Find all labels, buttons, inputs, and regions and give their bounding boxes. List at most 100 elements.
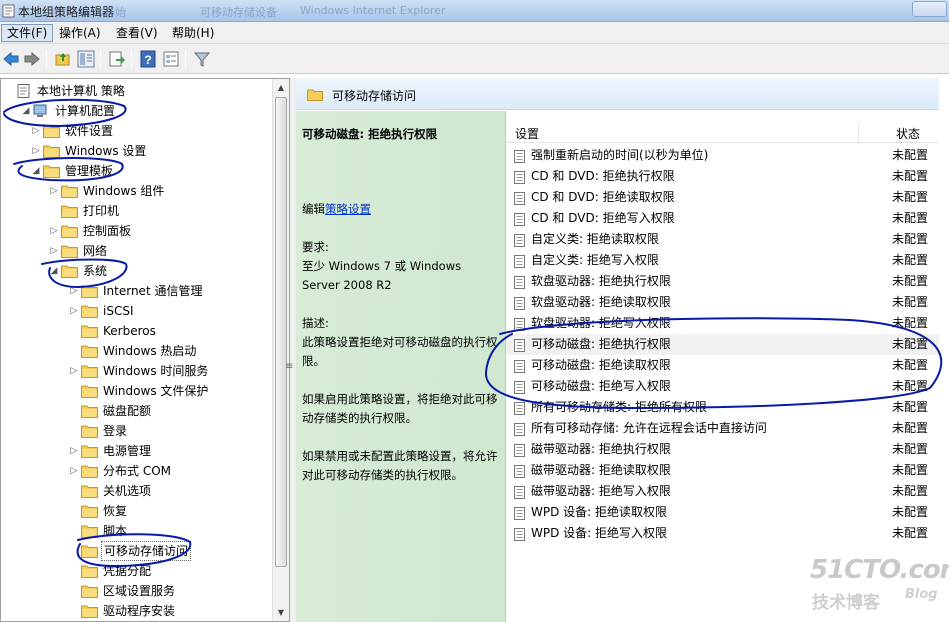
tree-item[interactable]: ◢ 计算机配置 (1, 101, 273, 121)
tree-item[interactable]: ▷ 分布式 COM (1, 461, 273, 481)
tree-item-label: 脚本 (103, 524, 128, 538)
collapsed-arrow-icon[interactable]: ▷ (49, 181, 59, 201)
policy-setting-icon (514, 275, 525, 289)
edit-policy-link[interactable]: 策略设置 (325, 202, 371, 216)
policy-row[interactable]: 强制重新启动的时间(以秒为单位) 未配置 (506, 145, 939, 166)
tree-item[interactable]: ▷ Windows 时间服务 (1, 361, 273, 381)
tree-item[interactable]: Windows 文件保护 (1, 381, 273, 401)
policy-setting-icon (514, 170, 525, 184)
properties-icon[interactable] (162, 50, 180, 68)
tree-item[interactable]: ◢ 系统 (1, 261, 273, 281)
tree-item[interactable]: 脚本 (1, 521, 273, 541)
folder-icon (81, 504, 98, 518)
tree-item[interactable]: 恢复 (1, 501, 273, 521)
policy-row[interactable]: 可移动磁盘: 拒绝写入权限 未配置 (506, 376, 939, 397)
tree-item[interactable]: 区域设置服务 (1, 581, 273, 601)
tree-scrollbar[interactable]: ▲ ▼ (272, 79, 289, 621)
tree-item[interactable]: ▷ iSCSI (1, 301, 273, 321)
scroll-down-icon[interactable]: ▼ (273, 604, 289, 621)
policy-row[interactable]: 自定义类: 拒绝读取权限 未配置 (506, 229, 939, 250)
policy-row[interactable]: CD 和 DVD: 拒绝执行权限 未配置 (506, 166, 939, 187)
policy-name: CD 和 DVD: 拒绝写入权限 (531, 211, 675, 225)
policy-row[interactable]: WPD 设备: 拒绝读取权限 未配置 (506, 502, 939, 523)
forward-icon[interactable] (23, 50, 41, 68)
tree-item[interactable]: Windows 热启动 (1, 341, 273, 361)
menu-file[interactable]: 文件(F) (1, 24, 54, 42)
tree-item[interactable]: Kerberos (1, 321, 273, 341)
collapsed-arrow-icon[interactable]: ▷ (69, 441, 79, 461)
policy-row[interactable]: 软盘驱动器: 拒绝写入权限 未配置 (506, 313, 939, 334)
tree-item[interactable]: 可移动存储访问 (1, 541, 273, 561)
tree-item[interactable]: ▷ Windows 组件 (1, 181, 273, 201)
back-icon[interactable] (2, 50, 20, 68)
policy-row[interactable]: 磁带驱动器: 拒绝读取权限 未配置 (506, 460, 939, 481)
filter-icon[interactable] (193, 50, 211, 68)
policy-row[interactable]: 所有可移动存储: 允许在远程会话中直接访问 未配置 (506, 418, 939, 439)
splitter-grip[interactable]: ≡ (285, 361, 293, 372)
tree-item-label: Windows 组件 (83, 184, 165, 198)
tree-item-label: Internet 通信管理 (103, 284, 203, 298)
collapsed-arrow-icon[interactable]: ▷ (31, 141, 41, 161)
policy-row[interactable]: 可移动磁盘: 拒绝执行权限 未配置 (506, 334, 939, 355)
help-icon[interactable]: ? (139, 50, 157, 68)
tree-item[interactable]: ▷ 软件设置 (1, 121, 273, 141)
policy-row[interactable]: 所有可移动存储类: 拒绝所有权限 未配置 (506, 397, 939, 418)
show-hide-tree-icon[interactable] (77, 50, 95, 68)
collapsed-arrow-icon[interactable]: ▷ (49, 221, 59, 241)
tree-item[interactable]: 凭据分配 (1, 561, 273, 581)
collapsed-arrow-icon[interactable]: ▷ (31, 121, 41, 141)
tree-item[interactable]: ▷ 网络 (1, 241, 273, 261)
collapsed-arrow-icon[interactable]: ▷ (49, 241, 59, 261)
collapsed-arrow-icon[interactable]: ▷ (69, 361, 79, 381)
menu-action[interactable]: 操作(A) (54, 24, 106, 42)
column-header-setting[interactable]: 设置 (515, 125, 539, 142)
up-folder-icon[interactable] (54, 50, 72, 68)
tree-item[interactable]: 本地计算机 策略 (1, 81, 273, 101)
policy-name: 软盘驱动器: 拒绝执行权限 (531, 274, 671, 288)
policy-row[interactable]: 可移动磁盘: 拒绝读取权限 未配置 (506, 355, 939, 376)
tree-item[interactable]: ◢ 管理模板 (1, 161, 273, 181)
window-controls[interactable] (912, 1, 947, 17)
export-list-icon[interactable] (108, 50, 126, 68)
policy-row[interactable]: WPD 设备: 拒绝写入权限 未配置 (506, 523, 939, 544)
scroll-up-icon[interactable]: ▲ (273, 79, 289, 96)
policy-name: 可移动磁盘: 拒绝写入权限 (531, 379, 671, 393)
tree-item[interactable]: 关机选项 (1, 481, 273, 501)
collapsed-arrow-icon[interactable]: ▷ (69, 301, 79, 321)
collapsed-arrow-icon[interactable]: ▷ (69, 461, 79, 481)
tree-item[interactable]: ▷ Windows 设置 (1, 141, 273, 161)
policy-setting-icon (514, 149, 525, 163)
column-separator[interactable] (858, 123, 859, 141)
policy-row[interactable]: 自定义类: 拒绝写入权限 未配置 (506, 250, 939, 271)
expanded-arrow-icon[interactable]: ◢ (31, 161, 41, 181)
folder-icon (81, 604, 98, 618)
tree-item[interactable]: 登录 (1, 421, 273, 441)
details-header: 可移动存储访问 (296, 78, 939, 110)
policy-row[interactable]: 磁带驱动器: 拒绝写入权限 未配置 (506, 481, 939, 502)
tree-item[interactable]: ▷ 电源管理 (1, 441, 273, 461)
policy-row[interactable]: CD 和 DVD: 拒绝写入权限 未配置 (506, 208, 939, 229)
expanded-arrow-icon[interactable]: ◢ (21, 101, 31, 121)
policy-row[interactable]: 磁带驱动器: 拒绝执行权限 未配置 (506, 439, 939, 460)
folder-icon (43, 144, 60, 158)
column-header-state[interactable]: 状态 (896, 125, 920, 142)
policy-row[interactable]: 软盘驱动器: 拒绝读取权限 未配置 (506, 292, 939, 313)
tree-item[interactable]: ▷ Internet 通信管理 (1, 281, 273, 301)
tree-item[interactable]: 驱动程序安装 (1, 601, 273, 621)
tree-item-label: 区域设置服务 (103, 584, 176, 598)
tree-item[interactable]: 打印机 (1, 201, 273, 221)
menu-help[interactable]: 帮助(H) (167, 24, 219, 42)
tree-item-label: 磁盘配额 (103, 404, 152, 418)
tree-item[interactable]: ▷ 控制面板 (1, 221, 273, 241)
requirements-text: 至少 Windows 7 或 Windows Server 2008 R2 (302, 259, 462, 292)
policy-row[interactable]: CD 和 DVD: 拒绝读取权限 未配置 (506, 187, 939, 208)
policy-row[interactable]: 软盘驱动器: 拒绝执行权限 未配置 (506, 271, 939, 292)
tree-item[interactable]: 磁盘配额 (1, 401, 273, 421)
policy-setting-icon (514, 212, 525, 226)
expanded-arrow-icon[interactable]: ◢ (49, 261, 59, 281)
collapsed-arrow-icon[interactable]: ▷ (69, 281, 79, 301)
menu-view[interactable]: 查看(V) (111, 24, 163, 42)
scroll-thumb[interactable] (275, 97, 287, 567)
policy-setting-icon (514, 338, 525, 352)
policy-name: 磁带驱动器: 拒绝读取权限 (531, 463, 671, 477)
